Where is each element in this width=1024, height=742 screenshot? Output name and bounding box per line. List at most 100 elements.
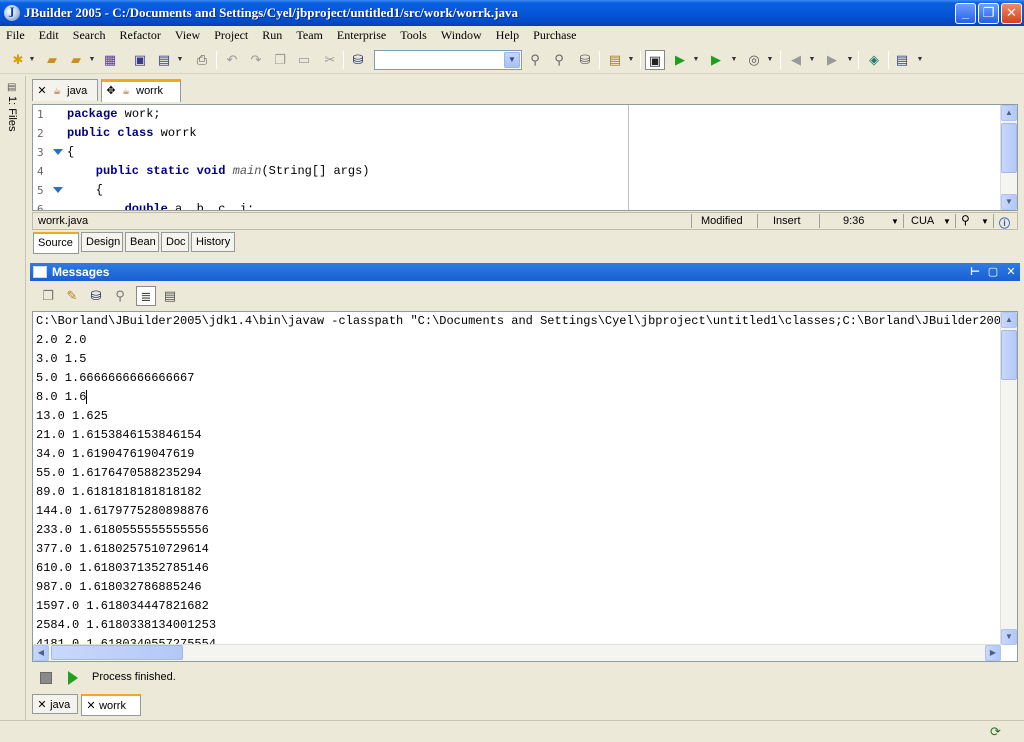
close-file-icon[interactable]: ▦ — [100, 50, 120, 70]
close-tab-icon[interactable]: ✕ — [37, 84, 47, 97]
scroll-up-icon[interactable]: ▲ — [1001, 105, 1017, 121]
menu-refactor[interactable]: Refactor — [114, 26, 166, 43]
menu-help[interactable]: Help — [490, 26, 524, 43]
forward-icon[interactable]: ▶ — [822, 50, 842, 70]
minimize-button[interactable]: _ — [955, 3, 976, 24]
message-tab-worrk[interactable]: ✕ worrk — [81, 694, 141, 716]
status-insert[interactable]: Insert — [773, 215, 801, 227]
files-icon[interactable]: ▤ — [7, 82, 19, 94]
search-icon[interactable]: ⚲ — [961, 213, 970, 227]
back-dropdown-icon[interactable]: ▼ — [808, 50, 816, 70]
paste-icon[interactable]: ▭ — [294, 50, 314, 70]
menu-search[interactable]: Search — [67, 26, 111, 43]
menu-project[interactable]: Project — [208, 26, 253, 43]
maximize-button[interactable]: ❐ — [978, 3, 999, 24]
new-dropdown-icon[interactable]: ▼ — [28, 50, 36, 70]
close-pane-icon[interactable]: ✕ — [1004, 265, 1018, 279]
undo-icon[interactable]: ↶ — [222, 50, 242, 70]
redo-icon[interactable]: ↷ — [246, 50, 266, 70]
optimize-icon[interactable]: ◎ — [744, 50, 764, 70]
menu-enterprise[interactable]: Enterprise — [331, 26, 391, 43]
menu-edit[interactable]: Edit — [33, 26, 64, 43]
project-group-dropdown-icon[interactable]: ▼ — [916, 50, 924, 70]
debug-dropdown-icon[interactable]: ▼ — [730, 50, 738, 70]
close-button[interactable]: ✕ — [1001, 3, 1022, 24]
console-output[interactable]: C:\Borland\JBuilder2005\jdk1.4\bin\javaw… — [32, 311, 1018, 662]
run-icon[interactable]: ▶ — [670, 50, 690, 70]
make-icon[interactable]: ▤ — [605, 50, 625, 70]
back-icon[interactable]: ◀ — [786, 50, 806, 70]
output-lines[interactable]: C:\Borland\JBuilder2005\jdk1.4\bin\javaw… — [36, 312, 1001, 654]
run-project-icon[interactable]: ▣ — [645, 50, 665, 70]
dock-icon[interactable]: ⊢ — [968, 265, 982, 279]
reopen-icon[interactable]: ▰ — [66, 50, 86, 70]
save-dropdown-icon[interactable]: ▼ — [176, 50, 184, 70]
keymap-dropdown-icon[interactable]: ▼ — [943, 217, 951, 226]
find-output-icon[interactable]: ⛁ — [86, 286, 106, 306]
scroll-thumb[interactable] — [51, 645, 183, 660]
wrap-icon[interactable]: ≣ — [136, 286, 156, 306]
copy-output-icon[interactable]: ❐ — [38, 286, 58, 306]
find-next-icon[interactable]: ⚲ — [110, 286, 130, 306]
fold-icon[interactable] — [53, 149, 63, 155]
debug-icon[interactable]: ▶ — [706, 50, 726, 70]
find-in-path-icon[interactable]: ⚲ — [525, 50, 545, 70]
cut-icon[interactable]: ✂ — [320, 50, 340, 70]
scroll-thumb[interactable] — [1001, 123, 1017, 173]
menu-purchase[interactable]: Purchase — [527, 26, 581, 43]
menu-file[interactable]: File — [0, 26, 30, 43]
code-lines[interactable]: package work; public class worrk { publi… — [67, 105, 627, 210]
output-vertical-scrollbar[interactable]: ▲ ▼ — [1000, 312, 1017, 645]
forward-dropdown-icon[interactable]: ▼ — [846, 50, 854, 70]
save-all-icon[interactable]: ▤ — [154, 50, 174, 70]
find-icon[interactable]: ⛁ — [348, 50, 368, 70]
status-keymap[interactable]: CUA — [911, 215, 934, 227]
run-dropdown-icon[interactable]: ▼ — [692, 50, 700, 70]
reopen-dropdown-icon[interactable]: ▼ — [88, 50, 96, 70]
tab-bean[interactable]: Bean — [125, 232, 159, 252]
scroll-up-icon[interactable]: ▲ — [1001, 312, 1017, 328]
close-tab-icon[interactable]: ✕ — [86, 699, 96, 712]
make-dropdown-icon[interactable]: ▼ — [627, 50, 635, 70]
info-icon[interactable]: ⓘ — [999, 215, 1010, 231]
close-tab-icon[interactable]: ✕ — [37, 698, 47, 711]
tab-design[interactable]: Design — [81, 232, 123, 252]
menu-team[interactable]: Team — [290, 26, 327, 43]
editor-tab-worrk[interactable]: ✥ ☕ worrk — [101, 79, 181, 102]
maximize-tab-icon[interactable]: ✥ — [106, 84, 116, 97]
menu-view[interactable]: View — [169, 26, 205, 43]
scroll-left-icon[interactable]: ◀ — [33, 645, 49, 661]
open-icon[interactable]: ▰ — [42, 50, 62, 70]
message-tab-java[interactable]: ✕ java — [32, 694, 78, 714]
sync-icon[interactable]: ⟳ — [990, 724, 1001, 740]
rerun-icon[interactable] — [68, 671, 78, 685]
search-dropdown-icon[interactable]: ▼ — [981, 217, 989, 226]
print-icon[interactable]: ⎙ — [192, 50, 212, 70]
scroll-right-icon[interactable]: ▶ — [985, 645, 1001, 661]
optimize-dropdown-icon[interactable]: ▼ — [766, 50, 774, 70]
clear-icon[interactable]: ✎ — [62, 286, 82, 306]
new-icon[interactable]: ✱ — [8, 50, 28, 70]
project-group-icon[interactable]: ▤ — [892, 50, 912, 70]
maximize-pane-icon[interactable]: ▢ — [986, 265, 1000, 279]
chevron-down-icon[interactable]: ▼ — [504, 52, 520, 68]
help-icon[interactable]: ◈ — [864, 50, 884, 70]
editor-vertical-scrollbar[interactable]: ▲ ▼ — [1000, 105, 1017, 210]
scroll-down-icon[interactable]: ▼ — [1001, 629, 1017, 645]
save-icon[interactable]: ▣ — [130, 50, 150, 70]
save-output-icon[interactable]: ▤ — [160, 286, 180, 306]
stop-icon[interactable] — [40, 672, 52, 684]
tab-source[interactable]: Source — [33, 232, 79, 254]
position-dropdown-icon[interactable]: ▼ — [891, 217, 899, 226]
menu-run[interactable]: Run — [256, 26, 287, 43]
jbuilder-app-icon[interactable]: J — [4, 5, 20, 21]
tab-history[interactable]: History — [191, 232, 235, 252]
scroll-thumb[interactable] — [1001, 330, 1017, 380]
status-position[interactable]: 9:36 — [843, 215, 864, 227]
scroll-down-icon[interactable]: ▼ — [1001, 194, 1017, 210]
copy-icon[interactable]: ❐ — [270, 50, 290, 70]
browse-symbol-icon[interactable]: ⛁ — [575, 50, 595, 70]
files-pane-toggle[interactable]: 1: Files — [6, 96, 18, 131]
code-editor[interactable]: 1 2 3 4 5 6 package work; public class w… — [32, 104, 1018, 211]
menu-window[interactable]: Window — [435, 26, 487, 43]
